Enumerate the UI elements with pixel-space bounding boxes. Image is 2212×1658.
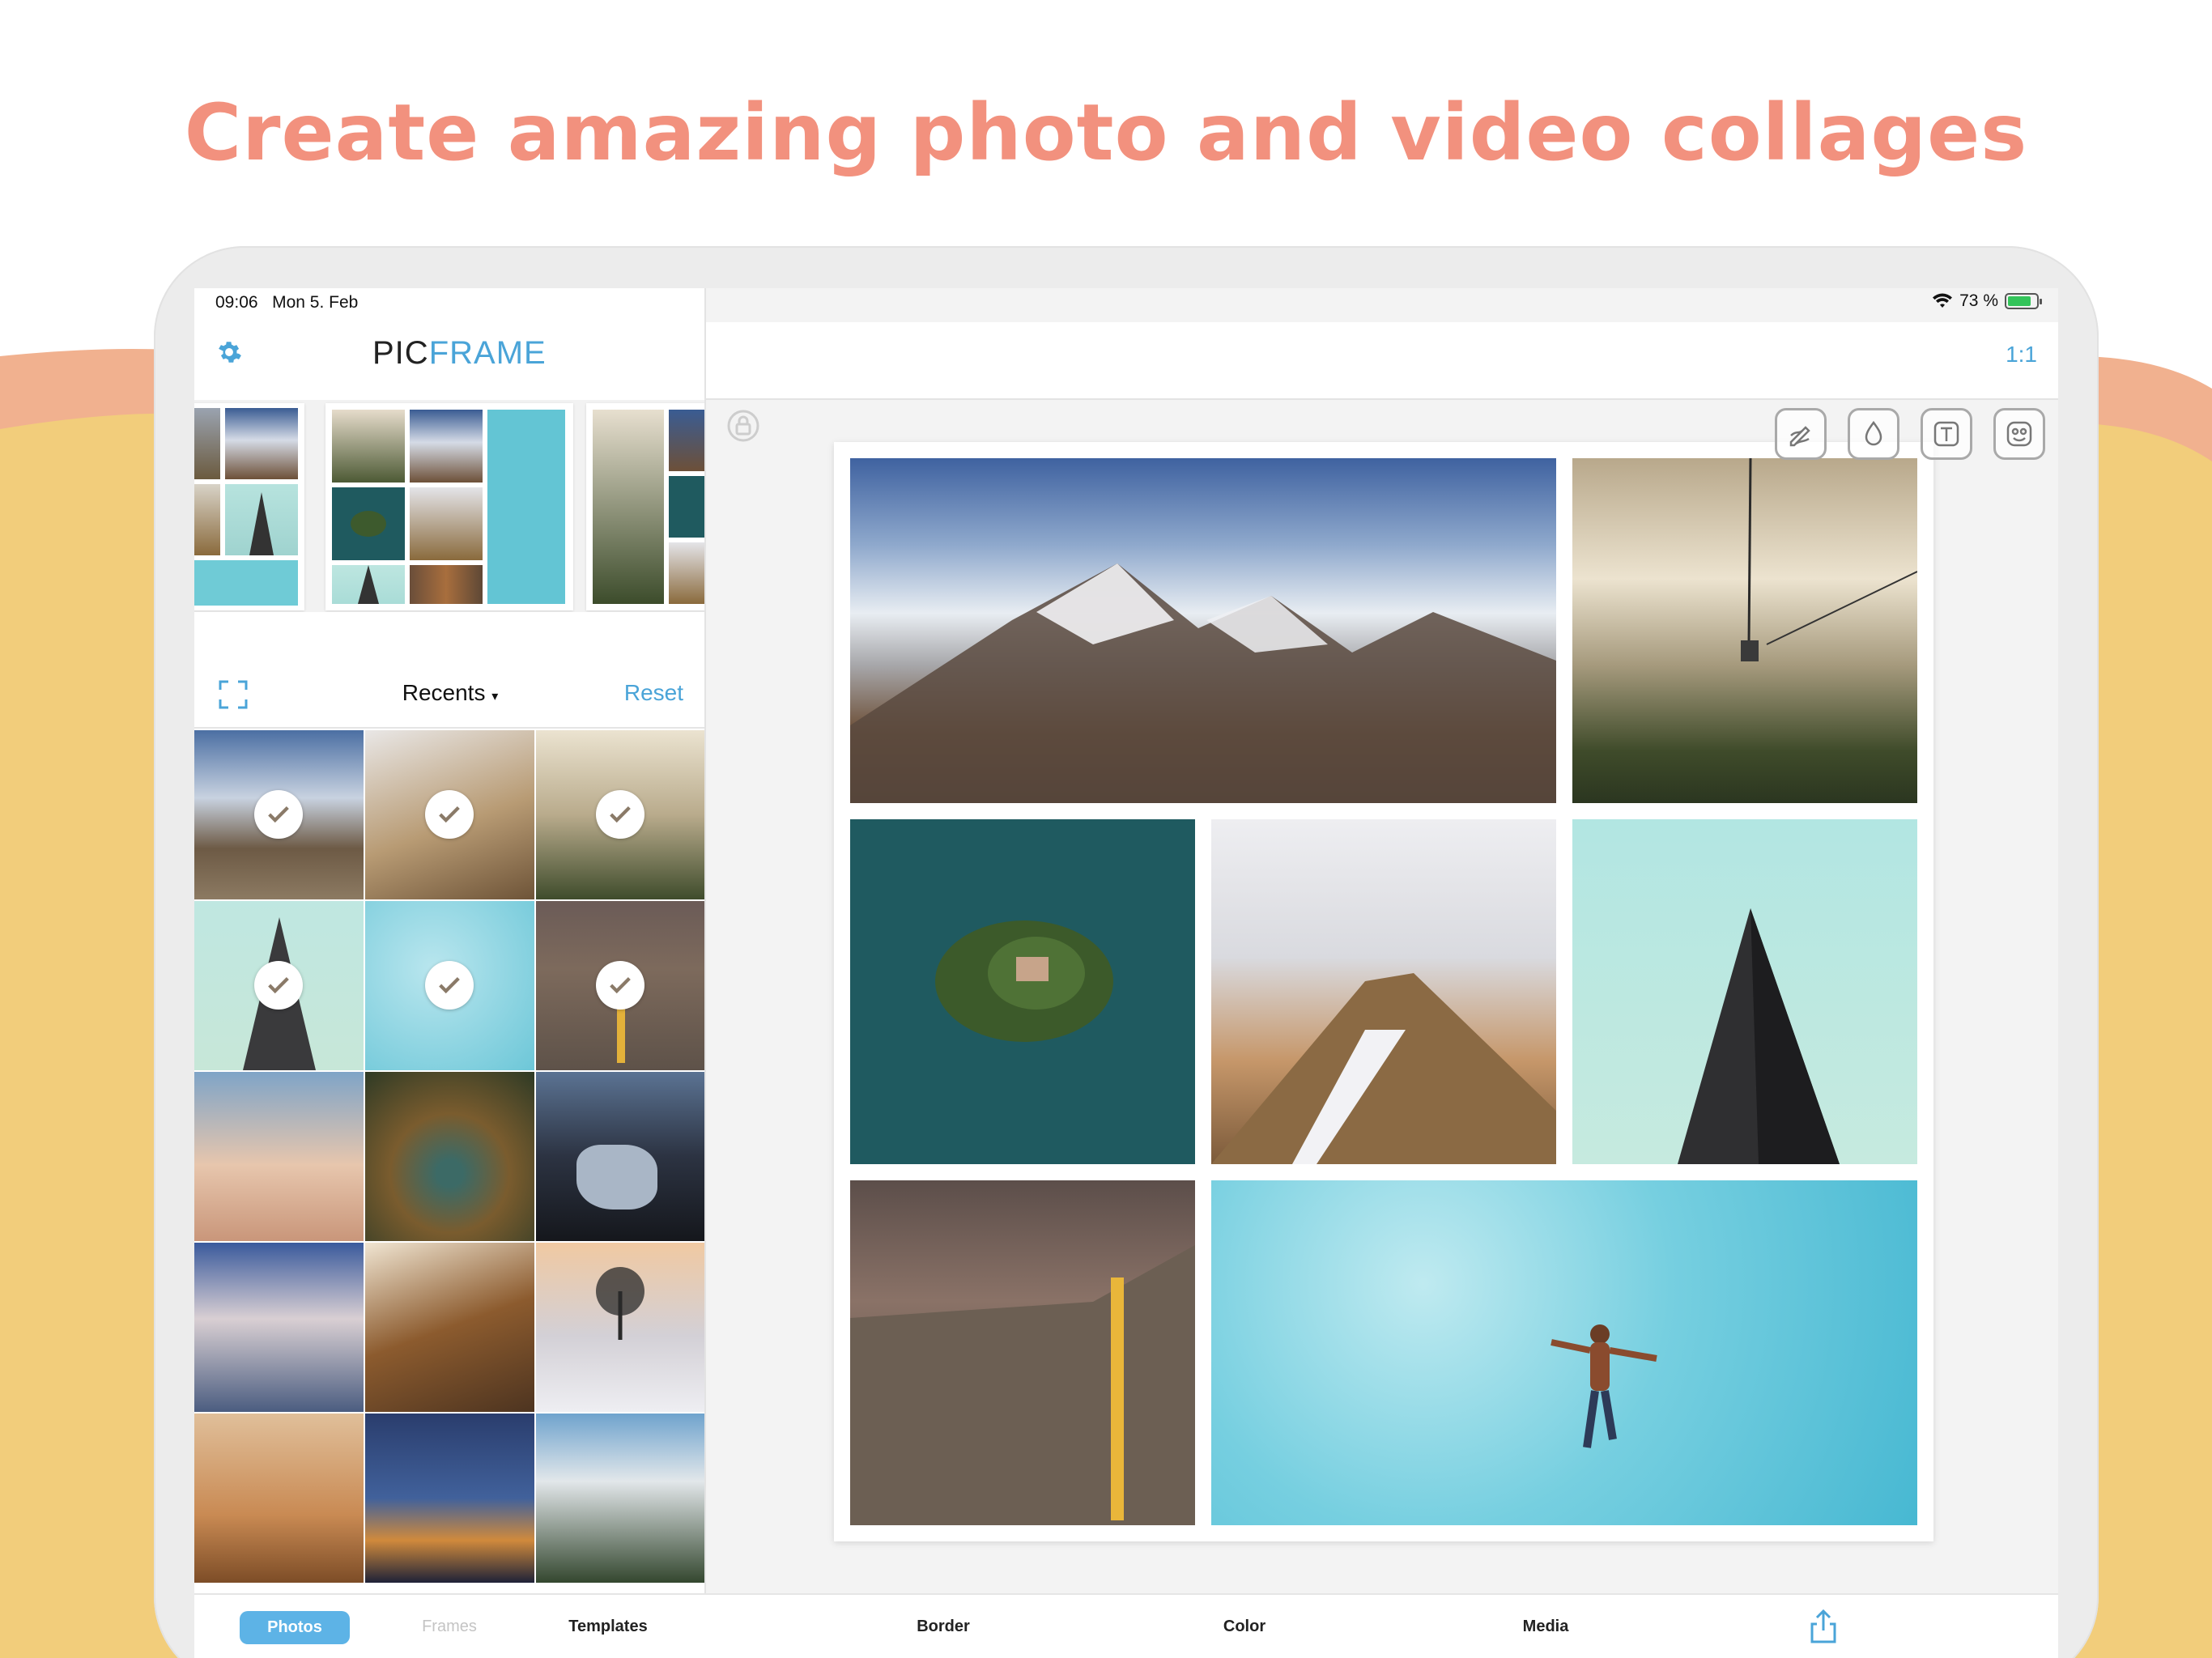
collage-canvas[interactable]: [834, 442, 1933, 1541]
photo-thumbnail[interactable]: [194, 1243, 364, 1412]
battery-percent: 73 %: [1959, 291, 1998, 310]
drop-icon: [1865, 420, 1882, 446]
share-icon[interactable]: [1807, 1608, 1840, 1645]
collage-photo-waterfall[interactable]: [850, 1180, 1195, 1525]
text-tool-button[interactable]: [1921, 408, 1972, 460]
aspect-ratio-button[interactable]: 1:1: [2006, 342, 2037, 368]
collage-photo-cablecar[interactable]: [1572, 458, 1917, 803]
photo-thumbnail[interactable]: [536, 1072, 704, 1241]
photo-thumbnail[interactable]: [365, 1072, 534, 1241]
tab-border[interactable]: Border: [891, 1618, 996, 1636]
photo-thumbnail[interactable]: [194, 901, 364, 1070]
battery-icon: [2005, 293, 2042, 309]
wifi-icon: [1933, 293, 1953, 308]
photo-thumbnail[interactable]: [536, 901, 704, 1070]
lock-icon[interactable]: [725, 408, 761, 444]
tab-media[interactable]: Media: [1493, 1618, 1598, 1636]
gear-icon[interactable]: [215, 338, 243, 366]
tab-color[interactable]: Color: [1192, 1618, 1297, 1636]
collage-photo-tower[interactable]: [1572, 819, 1917, 1164]
collage-photo-mountains[interactable]: [850, 458, 1556, 803]
app-screen: PICFRAME Recents ▾ Reset 09:06 Mon 5. Fe…: [194, 288, 2058, 1658]
text-icon: [1933, 421, 1959, 447]
headline: Create amazing photo and video collages: [184, 87, 2028, 178]
layout-option[interactable]: [586, 403, 704, 610]
tab-frames[interactable]: Frames: [397, 1618, 502, 1636]
photo-picker-header: Recents ▾ Reset: [194, 661, 704, 729]
checkmark-icon: [596, 790, 644, 839]
checkmark-icon: [596, 961, 644, 1010]
bottom-toolbar: Photos Frames Templates Border Color Med…: [194, 1593, 2058, 1658]
reset-button[interactable]: Reset: [624, 680, 683, 706]
checkmark-icon: [254, 790, 303, 839]
collage-photo-ridge[interactable]: [1211, 819, 1556, 1164]
checkmark-icon: [425, 790, 474, 839]
layout-strip[interactable]: [194, 400, 704, 612]
editor-tools: [1775, 408, 2045, 460]
layout-option[interactable]: [194, 403, 304, 610]
tab-templates[interactable]: Templates: [547, 1618, 669, 1636]
color-tool-button[interactable]: [1848, 408, 1899, 460]
pen-tool-button[interactable]: [1775, 408, 1827, 460]
sticker-tool-button[interactable]: [1993, 408, 2045, 460]
collage-photo-island[interactable]: [850, 819, 1195, 1164]
photo-grid: [194, 730, 704, 1593]
photo-thumbnail[interactable]: [194, 730, 364, 899]
photo-thumbnail[interactable]: [365, 730, 534, 899]
status-bar: 09:06 Mon 5. Feb 73 %: [194, 288, 2058, 322]
editor-header: 1:1: [706, 322, 2058, 400]
sidebar: PICFRAME Recents ▾ Reset: [194, 288, 706, 1658]
photo-thumbnail[interactable]: [536, 1414, 704, 1583]
status-time: 09:06 Mon 5. Feb: [215, 293, 359, 312]
photo-thumbnail[interactable]: [365, 1414, 534, 1583]
collage-photo-swimmer[interactable]: [1211, 1180, 1917, 1525]
pen-icon: [1789, 426, 1810, 447]
photo-thumbnail[interactable]: [536, 1243, 704, 1412]
checkmark-icon: [254, 961, 303, 1010]
photo-thumbnail[interactable]: [365, 901, 534, 1070]
checkmark-icon: [425, 961, 474, 1010]
layout-option-selected[interactable]: [325, 403, 573, 610]
photo-thumbnail[interactable]: [536, 730, 704, 899]
photo-thumbnail[interactable]: [194, 1414, 364, 1583]
app-logo: PICFRAME: [372, 335, 547, 371]
tab-photos[interactable]: Photos: [240, 1611, 350, 1644]
photo-thumbnail[interactable]: [365, 1243, 534, 1412]
sticker-icon: [2006, 421, 2032, 447]
photo-thumbnail[interactable]: [194, 1072, 364, 1241]
status-indicators: 73 %: [1932, 291, 2042, 311]
stage: Create amazing photo and video collages …: [0, 0, 2212, 1658]
